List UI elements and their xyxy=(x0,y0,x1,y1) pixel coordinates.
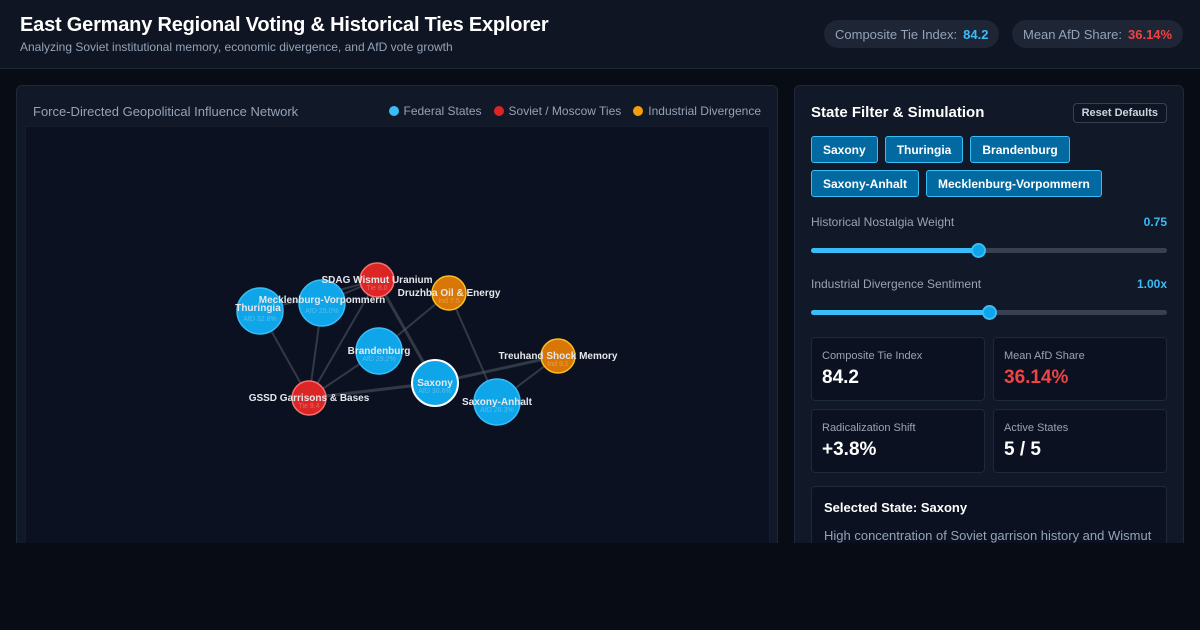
stat-value: 5 / 5 xyxy=(1004,439,1041,460)
network-node-label: Saxony xyxy=(417,378,453,389)
page-bottom-band xyxy=(0,543,1200,630)
network-node-metric: Tie 8.0 xyxy=(366,285,387,292)
composite-tie-badge: Composite Tie Index: 84.2 xyxy=(824,20,1000,48)
divergence-slider-fill xyxy=(811,310,989,315)
network-node-metric: Ind 9.1 xyxy=(547,361,569,368)
legend-label: Soviet / Moscow Ties xyxy=(508,104,622,118)
divergence-slider-label: Industrial Divergence Sentiment xyxy=(811,277,982,291)
network-node-gssd[interactable]: Tie 9.4GSSD Garrisons & Bases xyxy=(249,380,370,416)
network-node-label: Brandenburg xyxy=(348,346,411,357)
app-header: East Germany Regional Voting & Historica… xyxy=(0,0,1200,69)
network-node-label: SDAG Wismut Uranium xyxy=(321,275,432,286)
network-title: Force-Directed Geopolitical Influence Ne… xyxy=(33,104,299,119)
state-chip-saxony[interactable]: Saxony xyxy=(811,136,878,163)
nostalgia-slider-thumb[interactable] xyxy=(971,243,987,258)
stat-label: Composite Tie Index xyxy=(822,350,923,362)
network-node-metric: Tie 9.4 xyxy=(298,403,319,410)
composite-tie-value: 84.2 xyxy=(963,26,989,42)
nostalgia-slider-fill xyxy=(811,248,979,253)
mean-afd-label: Mean AfD Share: xyxy=(1023,26,1122,42)
stat-card-radicalization-shift: Radicalization Shift +3.8% xyxy=(811,409,985,473)
stat-value: 84.2 xyxy=(822,367,859,388)
network-node-metric: Ind 7.5 xyxy=(438,298,460,305)
state-chip-mecklenburg-vorpommern[interactable]: Mecklenburg-Vorpommern xyxy=(926,170,1102,197)
legend-label: Federal States xyxy=(403,104,482,118)
page-title: East Germany Regional Voting & Historica… xyxy=(20,14,549,36)
network-node-metric: AfD 28.3% xyxy=(480,407,513,414)
stat-card-composite-tie: Composite Tie Index 84.2 xyxy=(811,337,985,401)
network-node-brandenburg[interactable]: AfD 29.2%Brandenburg xyxy=(348,327,411,375)
network-node-treuhand[interactable]: Ind 9.1Treuhand Shock Memory xyxy=(499,338,618,374)
legend-item-soviet-ties: Soviet / Moscow Ties xyxy=(493,104,622,118)
stat-card-active-states: Active States 5 / 5 xyxy=(993,409,1167,473)
network-node-metric: AfD 29.2% xyxy=(362,356,395,363)
network-graph-svg[interactable]: AfD 32.8%Thuringia AfD 29.0%Mecklenburg-V… xyxy=(26,127,771,555)
state-chip-list: Saxony Thuringia Brandenburg Saxony-Anha… xyxy=(811,136,1171,197)
reset-defaults-button[interactable]: Reset Defaults xyxy=(1072,103,1167,123)
stat-value: +3.8% xyxy=(822,439,877,460)
filter-panel-title: State Filter & Simulation xyxy=(811,104,985,121)
network-node-saxony_anhalt[interactable]: AfD 28.3%Saxony-Anhalt xyxy=(462,378,533,426)
mean-afd-badge: Mean AfD Share: 36.14% xyxy=(1012,20,1184,48)
legend-dot-icon xyxy=(493,106,504,116)
composite-tie-label: Composite Tie Index: xyxy=(835,26,958,42)
network-node-metric: AfD 32.8% xyxy=(243,316,276,323)
stat-value: 36.14% xyxy=(1004,367,1069,388)
stat-label: Active States xyxy=(1004,422,1069,434)
stat-card-mean-afd: Mean AfD Share 36.14% xyxy=(993,337,1167,401)
page-subtitle: Analyzing Soviet institutional memory, e… xyxy=(20,40,453,54)
selected-state-title: Selected State: Saxony xyxy=(824,500,968,515)
legend-label: Industrial Divergence xyxy=(648,104,761,118)
network-node-metric: AfD 30.6% xyxy=(418,388,451,395)
network-node-label: Mecklenburg-Vorpommern xyxy=(259,295,386,306)
mean-afd-value: 36.14% xyxy=(1128,26,1173,42)
nostalgia-slider-label: Historical Nostalgia Weight xyxy=(811,215,955,229)
legend-item-industrial-divergence: Industrial Divergence xyxy=(633,104,761,118)
network-graph-canvas[interactable]: AfD 32.8% Thuringia AfD 29.0% Mecklenburg-V… xyxy=(25,126,771,555)
network-legend: Federal States Soviet / Moscow Ties Indu… xyxy=(388,104,761,118)
legend-dot-icon xyxy=(388,106,399,116)
nostalgia-slider-value: 0.75 xyxy=(1143,215,1167,229)
network-node-label: GSSD Garrisons & Bases xyxy=(249,393,370,404)
legend-item-federal-states: Federal States xyxy=(388,104,482,118)
network-node-label: Druzhba Oil & Energy xyxy=(398,288,501,299)
network-node-label: Treuhand Shock Memory xyxy=(499,351,618,362)
state-chip-brandenburg[interactable]: Brandenburg xyxy=(970,136,1070,163)
network-node-saxony[interactable]: AfD 30.6%Saxony xyxy=(411,359,459,407)
divergence-slider-thumb[interactable] xyxy=(982,305,997,320)
network-node-metric: AfD 29.0% xyxy=(305,308,338,315)
state-chip-saxony-anhalt[interactable]: Saxony-Anhalt xyxy=(811,170,920,197)
state-chip-thuringia[interactable]: Thuringia xyxy=(884,136,964,163)
network-panel: Force-Directed Geopolitical Influence Ne… xyxy=(16,85,778,555)
network-node-label: Saxony-Anhalt xyxy=(462,397,533,408)
stat-label: Mean AfD Share xyxy=(1004,350,1085,362)
divergence-slider[interactable] xyxy=(811,305,1167,320)
filter-panel: State Filter & Simulation Reset Defaults… xyxy=(794,85,1184,555)
nostalgia-slider[interactable] xyxy=(811,243,1167,258)
stat-label: Radicalization Shift xyxy=(822,422,916,434)
divergence-slider-value: 1.00x xyxy=(1136,277,1167,291)
legend-dot-icon xyxy=(633,106,644,116)
